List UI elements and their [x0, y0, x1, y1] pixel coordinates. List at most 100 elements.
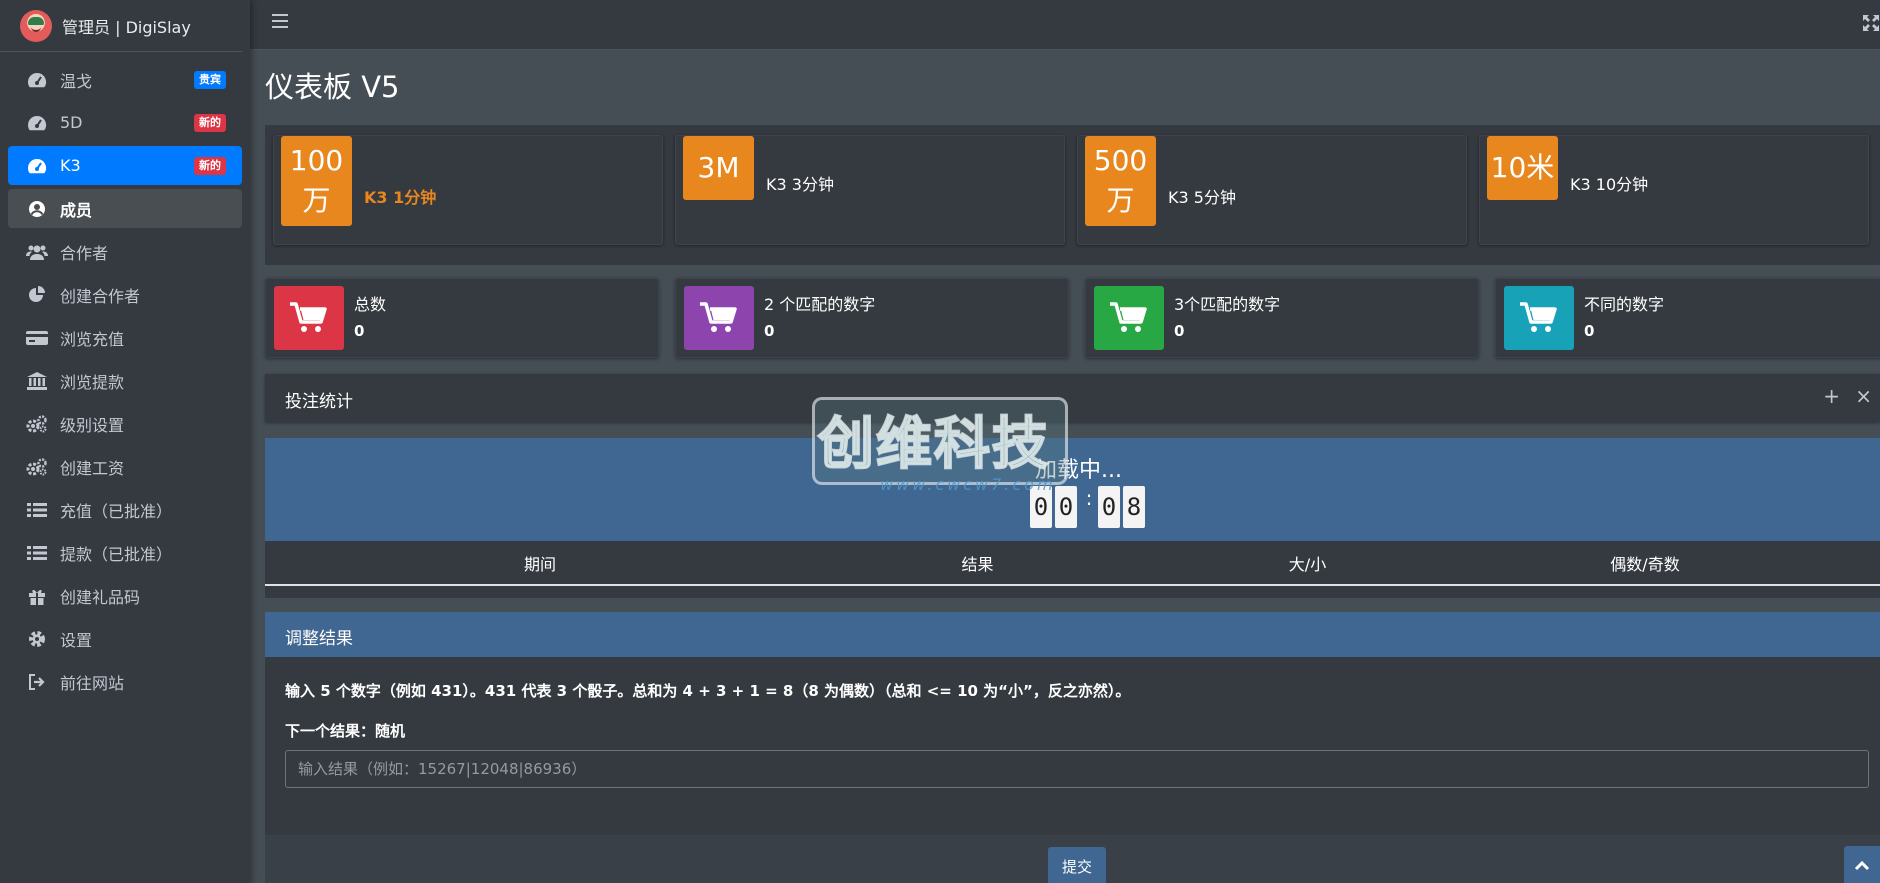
sidebar-item-create-salary[interactable]: 创建工资	[8, 447, 242, 486]
user-circle-icon	[26, 200, 48, 218]
sidebar-item-view-withdraw[interactable]: 浏览提款	[8, 361, 242, 400]
bet-stats-title: 投注统计	[285, 392, 353, 412]
timer-separator: :	[1085, 486, 1093, 510]
cogs-icon	[26, 457, 48, 476]
gift-icon	[26, 587, 48, 605]
game-icon: 10米	[1487, 136, 1558, 200]
sidebar-item-label: 级别设置	[60, 415, 125, 435]
sidebar-item-label: K3	[60, 156, 81, 175]
bet-stats-header: 投注统计 + ×	[265, 374, 1880, 422]
stats-row: 总数 0 2 个匹配的数字 0 3个匹配的数字 0 不同的数字 0	[265, 278, 1880, 358]
page-title: 仪表板 V5	[265, 70, 400, 104]
stat-label: 3个匹配的数字	[1174, 295, 1281, 314]
tachometer-icon	[26, 157, 48, 175]
tachometer-icon	[26, 114, 48, 132]
game-card-k3-10min[interactable]: 10米 K3 10分钟	[1479, 135, 1869, 245]
sidebar-item-label: 设置	[60, 630, 93, 650]
game-card-k3-3min[interactable]: 3M K3 3分钟	[675, 135, 1065, 245]
adjust-result-header: 调整结果	[265, 612, 1880, 657]
brand-title: 管理员 | DigiSlay	[62, 17, 191, 37]
result-input[interactable]	[285, 750, 1869, 788]
sidebar-item-label: 5D	[60, 113, 83, 132]
countdown-panel: 加载中... 0 0 : 0 8	[265, 438, 1880, 541]
game-icon: 500 万	[1085, 136, 1156, 226]
new-badge: 新的	[194, 157, 226, 175]
sidebar-item-label: 成员	[60, 200, 93, 220]
sidebar-item-label: 浏览提款	[60, 372, 125, 392]
sidebar-item-label: 提款（已批准）	[60, 544, 173, 564]
admin-avatar	[20, 9, 52, 42]
watermark-logo: 创维科技 www.cwcw7.com	[810, 395, 1070, 495]
stat-value: 0	[1584, 322, 1595, 340]
chevron-up-icon	[1854, 860, 1870, 870]
game-label: K3 1分钟	[364, 188, 437, 207]
stat-value: 0	[764, 322, 775, 340]
results-table-header: 期间 结果 大/小 偶数/奇数	[265, 541, 1880, 586]
sidebar-item-recharge-approved[interactable]: 充值（已批准）	[8, 490, 242, 529]
stat-label: 不同的数字	[1584, 295, 1665, 314]
stat-3-matching: 3个匹配的数字 0	[1085, 278, 1479, 358]
sidebar-item-create-partner[interactable]: 创建合作者	[8, 275, 242, 314]
sidebar-item-withdraw-approved[interactable]: 提款（已批准）	[8, 533, 242, 572]
sidebar-item-members[interactable]: 成员	[8, 189, 242, 228]
vip-badge: 贵宾	[194, 71, 226, 89]
sidebar-item-wingo[interactable]: 温戈 贵宾	[8, 60, 242, 99]
shopping-cart-icon	[1094, 286, 1164, 350]
sidebar-item-goto-site[interactable]: 前往网站	[8, 662, 242, 701]
collapse-plus-icon[interactable]: +	[1823, 386, 1840, 406]
shopping-cart-icon	[684, 286, 754, 350]
sidebar-item-partners[interactable]: 合作者	[8, 232, 242, 271]
stat-total: 总数 0	[265, 278, 659, 358]
game-card-k3-5min[interactable]: 500 万 K3 5分钟	[1077, 135, 1467, 245]
menu-toggle-icon[interactable]	[272, 14, 288, 28]
timer-digit: 8	[1123, 486, 1145, 528]
next-result-text: 下一个结果：随机	[285, 722, 406, 740]
timer-digit: 0	[1098, 486, 1120, 528]
sidebar-item-settings[interactable]: 设置	[8, 619, 242, 658]
sidebar-item-view-recharge[interactable]: 浏览充值	[8, 318, 242, 357]
back-to-top-button[interactable]	[1844, 846, 1880, 883]
submit-button[interactable]: 提交	[1048, 847, 1106, 883]
gear-icon	[26, 630, 48, 648]
game-label: K3 5分钟	[1168, 188, 1236, 207]
sidebar-item-level-settings[interactable]: 级别设置	[8, 404, 242, 443]
column-header-big-small: 大/小	[1288, 554, 1327, 574]
sidebar-nav: 温戈 贵宾 5D 新的 K3 新的 成员 合作者 创建合作者 浏览充值 浏览提款…	[0, 60, 250, 701]
tachometer-icon	[26, 71, 48, 89]
column-header-even-odd: 偶数/奇数	[1610, 554, 1680, 574]
stat-2-matching: 2 个匹配的数字 0	[675, 278, 1069, 358]
adjust-result-title: 调整结果	[285, 629, 353, 649]
card-footer: 提交	[265, 835, 1880, 883]
game-icon: 100 万	[281, 136, 352, 226]
stat-value: 0	[1174, 322, 1185, 340]
sidebar-item-label: 浏览充值	[60, 329, 125, 349]
watermark-url: www.cwcw7.com	[880, 475, 1056, 494]
game-card-k3-1min[interactable]: 100 万 K3 1分钟	[273, 135, 663, 245]
list-icon	[26, 501, 48, 519]
shopping-cart-icon	[274, 286, 344, 350]
sidebar-item-k3[interactable]: K3 新的	[8, 146, 242, 185]
sidebar-item-label: 温戈	[60, 71, 93, 91]
fullscreen-icon[interactable]	[1862, 14, 1880, 32]
sidebar-item-5d[interactable]: 5D 新的	[8, 103, 242, 142]
column-header-result: 结果	[961, 554, 994, 574]
game-row: 100 万 K3 1分钟 3M K3 3分钟 500 万 K3 5分钟 10米 K3…	[265, 125, 1880, 265]
cogs-icon	[26, 414, 48, 433]
sidebar-item-label: 前往网站	[60, 673, 125, 693]
bank-icon	[26, 371, 48, 390]
sidebar-item-label: 创建合作者	[60, 286, 141, 306]
sidebar-item-create-giftcode[interactable]: 创建礼品码	[8, 576, 242, 615]
new-badge: 新的	[194, 114, 226, 132]
game-label: K3 3分钟	[766, 175, 834, 194]
sidebar-item-label: 充值（已批准）	[60, 501, 173, 521]
shopping-cart-icon	[1504, 286, 1574, 350]
sign-out-icon	[26, 673, 48, 691]
adjust-result-card: 调整结果 输入 5 个数字（例如 431）。431 代表 3 个骰子。总和为 4…	[265, 612, 1880, 883]
game-label: K3 10分钟	[1570, 175, 1649, 194]
close-icon[interactable]: ×	[1855, 386, 1872, 406]
adjust-instructions: 输入 5 个数字（例如 431）。431 代表 3 个骰子。总和为 4 + 3 …	[285, 682, 1131, 700]
stat-label: 总数	[354, 295, 387, 314]
results-table-body	[265, 586, 1880, 598]
brand-link[interactable]: 管理员 | DigiSlay	[0, 0, 242, 52]
game-icon: 3M	[683, 136, 754, 200]
